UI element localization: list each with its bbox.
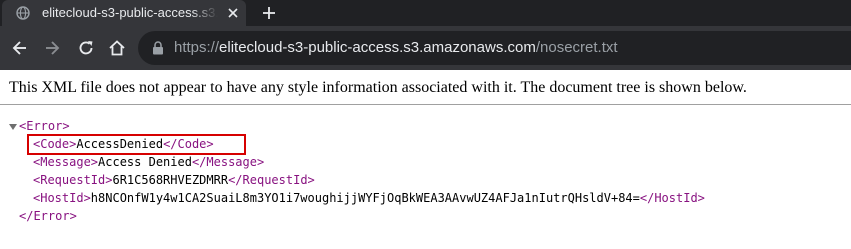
xml-element-message: <Message>Access Denied</Message> <box>33 154 264 170</box>
xml-tag-close: </Message> <box>191 155 265 169</box>
collapse-arrow-icon[interactable] <box>9 124 17 130</box>
lock-icon[interactable] <box>152 41 164 55</box>
browser-toolbar: https://elitecloud-s3-public-access.s3.a… <box>0 26 851 70</box>
highlight-box <box>27 134 246 155</box>
xml-value: h8NCOnfW1y4w1CA2SuaiL8m3YO1i7woughijjWYF… <box>90 191 640 205</box>
xml-style-notice: This XML file does not appear to have an… <box>0 70 851 105</box>
xml-tag-open: <HostId> <box>33 191 91 205</box>
url-host: elitecloud-s3-public-access.s3.amazonaws… <box>219 39 536 56</box>
tab-title: elitecloud-s3-public-access.s3.amazonaws… <box>42 5 218 20</box>
xml-tag-close: </RequestId> <box>228 173 315 187</box>
xml-element-hostid: <HostId>h8NCOnfW1y4w1CA2SuaiL8m3YO1i7wou… <box>33 190 705 206</box>
reload-icon[interactable] <box>76 38 96 58</box>
xml-tag-open: <Error> <box>19 119 70 133</box>
address-bar[interactable]: https://elitecloud-s3-public-access.s3.a… <box>138 31 851 65</box>
browser-tab[interactable]: elitecloud-s3-public-access.s3.amazonaws… <box>2 0 246 26</box>
xml-tag-open: <Message> <box>33 155 99 169</box>
url-path: /nosecret.txt <box>535 39 618 56</box>
xml-value: 6R1C568RHVEZDMRR <box>112 173 229 187</box>
tab-strip: elitecloud-s3-public-access.s3.amazonaws… <box>0 0 851 26</box>
home-icon[interactable] <box>107 38 127 58</box>
url-scheme: https:// <box>174 39 220 56</box>
xml-value: Access Denied <box>98 155 192 169</box>
xml-tag-close: </HostId> <box>639 191 705 205</box>
arrow-left-icon[interactable] <box>10 38 30 58</box>
url-text[interactable]: https://elitecloud-s3-public-access.s3.a… <box>174 39 618 57</box>
xml-element-requestid: <RequestId>6R1C568RHVEZDMRR</RequestId> <box>33 172 315 188</box>
xml-tag-open: <RequestId> <box>33 173 113 187</box>
plus-icon[interactable] <box>260 4 278 22</box>
arrow-right-icon[interactable] <box>42 38 62 58</box>
close-icon[interactable] <box>226 6 240 20</box>
globe-icon <box>16 6 30 20</box>
xml-tag-close: </Error> <box>19 209 77 223</box>
xml-root-open: <Error> <box>19 118 70 134</box>
xml-root-close: </Error> <box>19 208 77 224</box>
